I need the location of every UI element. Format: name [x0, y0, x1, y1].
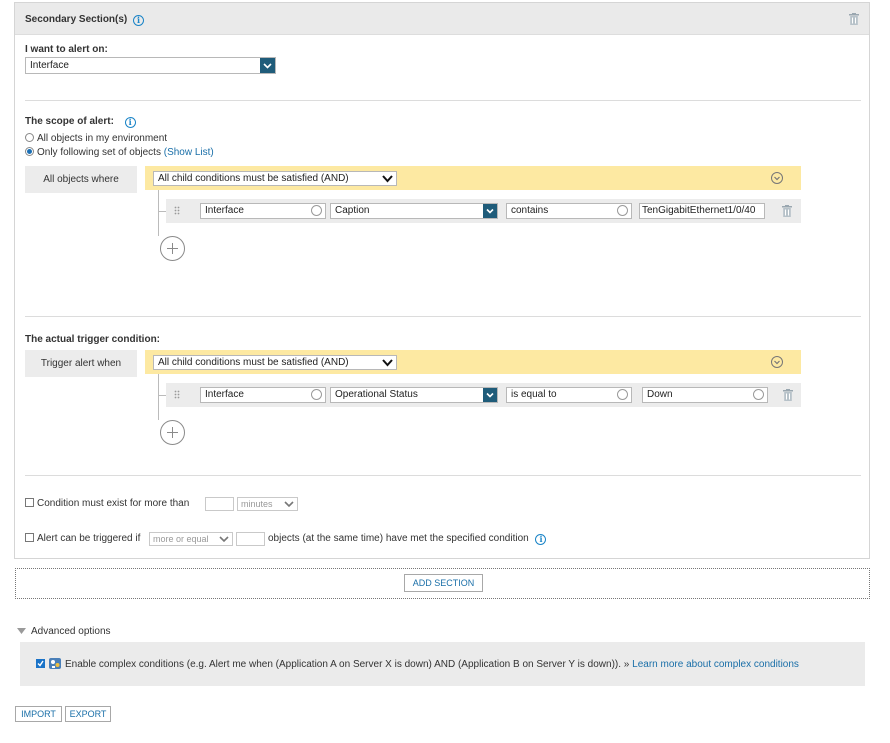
scope-condition-field-select[interactable]: Caption	[330, 203, 498, 219]
alert-count-checkbox[interactable]	[25, 533, 34, 542]
trash-icon[interactable]	[783, 389, 793, 401]
learn-more-link[interactable]: Learn more about complex conditions	[632, 659, 799, 670]
collapse-triangle-icon[interactable]	[17, 628, 26, 635]
complex-conditions-checkbox[interactable]	[36, 659, 45, 668]
chevron-down-icon	[483, 388, 497, 402]
complex-conditions-label: Enable complex conditions (e.g. Alert me…	[65, 659, 799, 670]
import-button[interactable]: IMPORT	[15, 706, 62, 722]
scope-group-label: All objects where	[25, 166, 137, 193]
alert-on-label: I want to alert on:	[25, 44, 108, 55]
chevron-down-icon	[753, 389, 764, 400]
panel-title: Secondary Section(s) i	[25, 14, 145, 26]
collapse-group-icon[interactable]	[771, 172, 783, 184]
divider	[25, 100, 861, 101]
tree-line	[158, 374, 159, 420]
trigger-condition-value-select[interactable]: Down	[642, 387, 768, 403]
complex-conditions-icon	[49, 658, 61, 669]
add-condition-plus-icon[interactable]	[160, 236, 185, 261]
chevron-down-icon	[311, 389, 322, 400]
scope-condition-object-select[interactable]: Interface	[200, 203, 326, 219]
alert-count-suffix: objects (at the same time) have met the …	[268, 533, 547, 545]
export-button[interactable]: EXPORT	[65, 706, 111, 722]
condition-exist-label: Condition must exist for more than	[37, 498, 190, 509]
divider	[25, 316, 861, 317]
chevron-down-icon	[219, 536, 229, 543]
chevron-down-icon	[311, 205, 322, 216]
chevron-down-icon	[617, 205, 628, 216]
show-list-link[interactable]: (Show List)	[164, 147, 214, 158]
drag-handle-icon[interactable]	[174, 390, 180, 399]
alert-count-prefix: Alert can be triggered if	[37, 533, 141, 544]
trash-icon[interactable]	[782, 205, 792, 217]
scope-group-operator-select[interactable]: All child conditions must be satisfied (…	[153, 171, 397, 186]
divider	[25, 475, 861, 476]
scope-condition-value-input[interactable]: TenGigabitEthernet1/0/40	[639, 203, 765, 219]
alert-on-select[interactable]: Interface	[25, 57, 276, 74]
trigger-condition-field-select[interactable]: Operational Status	[330, 387, 498, 403]
advanced-options-box: Enable complex conditions (e.g. Alert me…	[20, 642, 865, 686]
advanced-options-title[interactable]: Advanced options	[31, 626, 111, 637]
count-mode-select[interactable]: more or equal	[149, 532, 233, 546]
tree-line	[158, 190, 159, 236]
chevron-down-icon	[284, 501, 294, 508]
radio-following-objects-label: Only following set of objects (Show List…	[37, 147, 214, 158]
collapse-group-icon[interactable]	[771, 356, 783, 368]
alert-on-value: Interface	[30, 60, 69, 71]
section-title-text: Secondary Section(s)	[25, 14, 128, 25]
chevron-down-icon	[382, 175, 393, 183]
tree-line	[158, 211, 166, 212]
trash-icon[interactable]	[849, 13, 859, 25]
info-icon[interactable]: i	[133, 15, 145, 26]
add-condition-plus-icon[interactable]	[160, 420, 185, 445]
panel-header: Secondary Section(s) i	[15, 3, 869, 35]
exist-minutes-input[interactable]	[205, 497, 234, 511]
chevron-down-icon	[260, 58, 275, 73]
count-objects-input[interactable]	[236, 532, 265, 546]
chevron-down-icon	[382, 359, 393, 367]
info-icon[interactable]: i	[124, 117, 136, 128]
chevron-down-icon	[483, 204, 497, 218]
tree-line	[158, 395, 166, 396]
trigger-title: The actual trigger condition:	[25, 334, 161, 345]
drag-handle-icon[interactable]	[174, 206, 180, 215]
condition-exist-checkbox[interactable]	[25, 498, 34, 507]
scope-title: The scope of alert: i	[25, 116, 136, 128]
secondary-section-panel: Secondary Section(s) i I want to alert o…	[14, 2, 870, 559]
trigger-condition-object-select[interactable]: Interface	[200, 387, 326, 403]
radio-following-objects[interactable]	[25, 147, 34, 156]
trigger-group-label: Trigger alert when	[25, 350, 137, 377]
info-icon[interactable]: i	[535, 534, 547, 545]
exist-unit-select[interactable]: minutes	[237, 497, 298, 511]
trigger-group-operator-select[interactable]: All child conditions must be satisfied (…	[153, 355, 397, 370]
radio-all-objects-label: All objects in my environment	[37, 133, 168, 144]
add-section-area: ADD SECTION	[15, 568, 870, 599]
chevron-down-icon	[617, 389, 628, 400]
radio-all-objects[interactable]	[25, 133, 34, 142]
trigger-condition-operator-select[interactable]: is equal to	[506, 387, 632, 403]
add-section-button[interactable]: ADD SECTION	[404, 574, 483, 592]
scope-condition-operator-select[interactable]: contains	[506, 203, 632, 219]
